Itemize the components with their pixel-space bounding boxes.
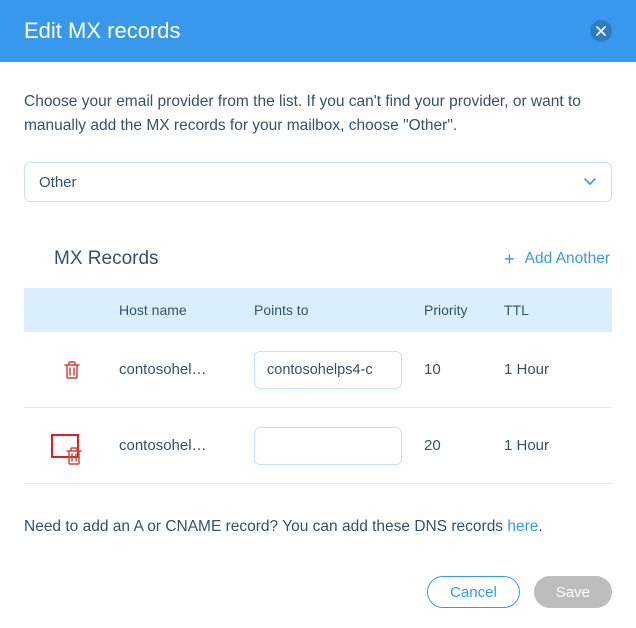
footnote: Need to add an A or CNAME record? You ca… [24,518,612,536]
cell-host: contosohel… [119,437,254,454]
add-another-label: Add Another [525,250,610,268]
cell-ttl: 1 Hour [504,437,604,454]
dialog-title: Edit MX records [24,18,181,44]
trash-icon [63,360,81,380]
delete-row-button[interactable] [51,434,79,458]
cancel-button[interactable]: Cancel [427,576,520,608]
footnote-text: Need to add an A or CNAME record? You ca… [24,518,507,535]
close-icon [596,26,606,36]
mx-records-title: MX Records [54,248,159,270]
col-header-host: Host name [119,302,254,318]
provider-select[interactable]: Other [24,162,612,202]
table-row: contosohel… 20 1 Hour [24,408,612,484]
intro-text: Choose your email provider from the list… [24,90,612,138]
col-header-priority: Priority [424,302,504,318]
plus-icon: + [504,249,515,270]
mx-records-section: MX Records + Add Another Host name Point… [24,248,612,484]
provider-select-value: Other [39,174,77,191]
cell-priority: 10 [424,361,504,378]
cell-host: contosohel… [119,361,254,378]
close-button[interactable] [590,20,612,42]
points-to-input[interactable] [254,427,402,465]
col-header-ttl: TTL [504,302,604,318]
delete-row-button[interactable] [63,360,81,380]
cell-ttl: 1 Hour [504,361,604,378]
dialog-footer: Cancel Save [0,536,636,628]
table-row: contosohel… 10 1 Hour [24,332,612,408]
cell-priority: 20 [424,437,504,454]
col-header-points: Points to [254,302,424,318]
footnote-suffix: . [538,518,542,535]
save-button[interactable]: Save [534,576,612,608]
mx-records-table: Host name Points to Priority TTL contoso… [24,288,612,484]
dialog-header: Edit MX records [0,0,636,62]
chevron-down-icon [583,174,597,191]
add-another-button[interactable]: + Add Another [504,249,610,270]
table-header: Host name Points to Priority TTL [24,288,612,332]
footnote-link[interactable]: here [507,518,538,535]
trash-icon [65,446,83,466]
points-to-input[interactable] [254,351,402,389]
